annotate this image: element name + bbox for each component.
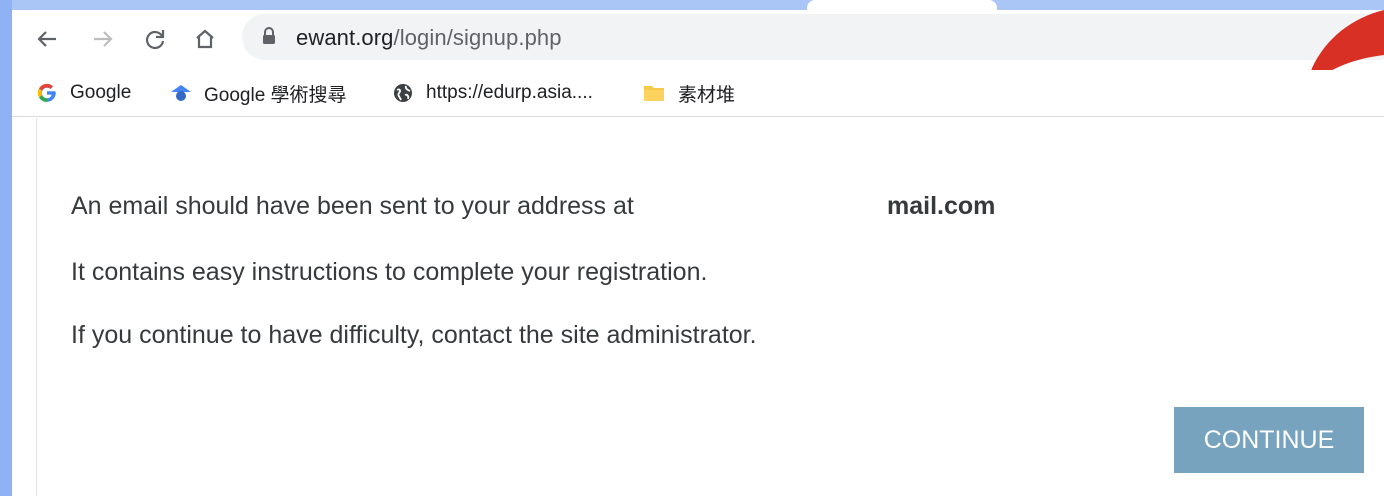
reload-icon xyxy=(145,30,165,50)
active-tab-edge xyxy=(807,0,997,10)
bookmark-edurp[interactable]: https://edurp.asia.... xyxy=(392,78,593,108)
continue-button[interactable]: CONTINUE xyxy=(1174,407,1364,473)
browser-toolbar: ewant.org/login/signup.php xyxy=(12,10,1384,78)
lock-icon xyxy=(263,27,275,44)
message-line-1: An email should have been sent to your a… xyxy=(71,192,634,220)
google-g-icon xyxy=(36,82,58,104)
url-path: /login/signup.php xyxy=(393,25,562,50)
message-line-3: If you continue to have difficulty, cont… xyxy=(71,321,757,349)
url-domain: ewant.org xyxy=(296,25,394,50)
bookmark-google[interactable]: Google xyxy=(36,78,131,108)
back-button[interactable] xyxy=(32,24,62,54)
bookmark-folder[interactable]: 素材堆 xyxy=(642,78,735,108)
bookmark-label-folder: 素材堆 xyxy=(678,84,736,106)
bookmark-google-scholar[interactable]: Google 學術搜尋 xyxy=(170,78,347,108)
globe-icon xyxy=(392,82,414,104)
google-scholar-icon xyxy=(170,82,192,104)
confirmation-panel: An email should have been sent to your a… xyxy=(36,118,1384,496)
back-arrow-icon xyxy=(37,31,56,47)
message-line-2: It contains easy instructions to complet… xyxy=(71,258,708,286)
email-address: mail.com xyxy=(887,192,996,220)
browser-window: ewant.org/login/signup.php Google Google… xyxy=(12,0,1384,496)
address-bar[interactable]: ewant.org/login/signup.php xyxy=(242,14,1384,60)
bookmark-label-google-scholar: Google 學術搜尋 xyxy=(204,84,347,106)
folder-icon xyxy=(642,82,666,104)
reload-button[interactable] xyxy=(140,24,170,54)
bookmarks-bar: Google Google 學術搜尋 https://edurp.asia...… xyxy=(12,70,1384,117)
bookmark-label-edurp: https://edurp.asia.... xyxy=(426,82,593,103)
address-url: ewant.org/login/signup.php xyxy=(296,25,562,51)
home-icon xyxy=(196,29,214,49)
tab-strip xyxy=(12,0,1384,10)
forward-button[interactable] xyxy=(88,24,118,54)
bookmark-label-google: Google xyxy=(70,82,132,103)
forward-arrow-icon xyxy=(94,31,113,47)
home-button[interactable] xyxy=(190,24,220,54)
